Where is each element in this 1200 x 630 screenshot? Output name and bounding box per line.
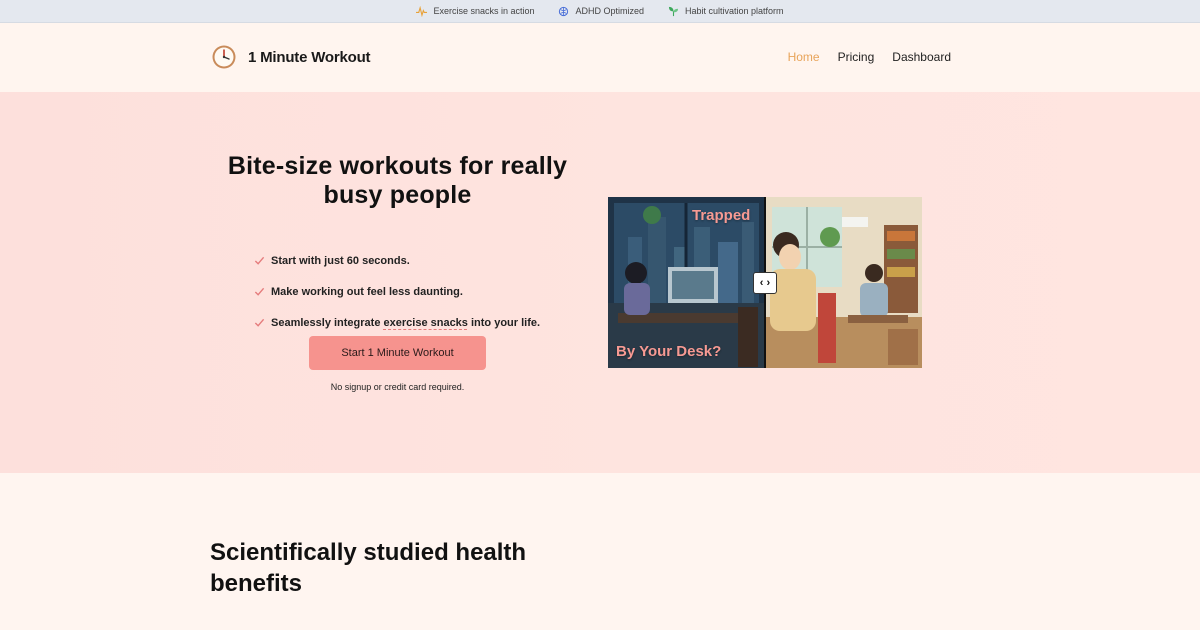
feature-text: Start with just 60 seconds. bbox=[271, 254, 410, 267]
feature-item: Seamlessly integrate exercise snacks int… bbox=[254, 307, 540, 338]
announcement-item-habit: Habit cultivation platform bbox=[668, 6, 784, 17]
feature-list: Start with just 60 seconds. Make working… bbox=[254, 245, 540, 338]
site-header: 1 Minute Workout Home Pricing Dashboard bbox=[0, 23, 1200, 92]
start-workout-button[interactable]: Start 1 Minute Workout bbox=[309, 336, 486, 370]
announcement-item-adhd: ADHD Optimized bbox=[558, 6, 644, 17]
stopwatch-icon bbox=[212, 45, 236, 69]
benefits-title: Scientifically studied health benefits bbox=[210, 539, 527, 597]
cta-note: No signup or credit card required. bbox=[330, 382, 465, 392]
announcement-bar: Exercise snacks in action ADHD Optimized… bbox=[0, 0, 1200, 23]
check-icon bbox=[254, 318, 265, 327]
brain-icon bbox=[559, 6, 569, 16]
feature-text: Seamlessly integrate exercise snacks int… bbox=[271, 317, 540, 329]
announcement-label: ADHD Optimized bbox=[575, 6, 644, 16]
brand-name: 1 Minute Workout bbox=[248, 48, 371, 66]
chevron-left-right-icon: ‹ › bbox=[759, 277, 771, 289]
brand-logo-link[interactable]: 1 Minute Workout bbox=[211, 44, 371, 70]
feature-text-suffix: into your life. bbox=[467, 316, 541, 329]
pulse-icon bbox=[416, 5, 428, 17]
hero-title: Bite-size workouts for really busy peopl… bbox=[227, 152, 568, 209]
comparison-top-label: Trapped bbox=[692, 207, 751, 224]
main-nav: Home Pricing Dashboard bbox=[788, 50, 951, 64]
feature-text-prefix: Seamlessly integrate bbox=[271, 316, 384, 329]
comparison-bottom-label: By Your Desk? bbox=[616, 343, 722, 360]
announcement-label: Habit cultivation platform bbox=[685, 6, 784, 16]
exercise-snacks-link[interactable]: exercise snacks bbox=[384, 317, 468, 329]
sprout-icon bbox=[668, 6, 679, 16]
before-after-slider[interactable]: Trapped By Your Desk? ‹ › bbox=[608, 197, 922, 368]
hero-section: Bite-size workouts for really busy peopl… bbox=[0, 92, 1200, 473]
check-icon bbox=[254, 287, 265, 296]
check-icon bbox=[254, 256, 265, 265]
feature-item: Make working out feel less daunting. bbox=[254, 276, 540, 307]
feature-item: Start with just 60 seconds. bbox=[254, 245, 540, 276]
nav-link-pricing[interactable]: Pricing bbox=[838, 50, 875, 64]
nav-link-dashboard[interactable]: Dashboard bbox=[892, 50, 951, 64]
announcement-label: Exercise snacks in action bbox=[433, 6, 535, 16]
benefits-section: Scientifically studied health benefits bbox=[0, 473, 1200, 630]
nav-link-home[interactable]: Home bbox=[788, 50, 820, 64]
slider-handle[interactable]: ‹ › bbox=[753, 272, 777, 294]
announcement-item-exercise-snacks: Exercise snacks in action bbox=[416, 5, 535, 17]
feature-text: Make working out feel less daunting. bbox=[271, 285, 463, 298]
